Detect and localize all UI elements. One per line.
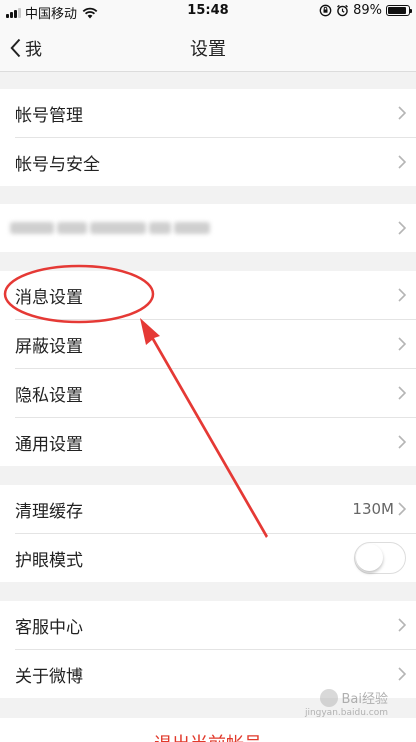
toggle-knob — [356, 544, 383, 571]
row-privacy-settings[interactable]: 隐私设置 — [0, 369, 416, 417]
row-label: 隐私设置 — [15, 385, 83, 406]
row-label: 通用设置 — [15, 434, 83, 455]
battery-percent: 89% — [353, 3, 382, 18]
logout-button[interactable]: 退出当前帐号 — [0, 718, 416, 742]
row-eye-protection: 护眼模式 — [0, 534, 416, 582]
row-account-security[interactable]: 帐号与安全 — [0, 138, 416, 186]
settings-group: 消息设置 屏蔽设置 隐私设置 通用设置 — [0, 271, 416, 466]
row-message-settings[interactable]: 消息设置 — [0, 271, 416, 319]
cache-size: 130M — [352, 500, 394, 518]
row-account-management[interactable]: 帐号管理 — [0, 89, 416, 137]
alarm-icon — [337, 4, 349, 17]
watermark-sub: jingyan.baidu.com — [304, 708, 388, 718]
row-general-settings[interactable]: 通用设置 — [0, 418, 416, 466]
eye-mode-toggle[interactable] — [354, 542, 406, 574]
row-label: 护眼模式 — [15, 550, 83, 571]
watermark-text: Bai经验 — [341, 692, 389, 707]
chevron-right-icon — [398, 288, 406, 302]
chevron-right-icon — [398, 386, 406, 400]
orientation-lock-icon — [319, 4, 332, 17]
row-blurred-item[interactable] — [0, 204, 416, 252]
row-label: 客服中心 — [15, 617, 83, 638]
chevron-right-icon — [398, 502, 406, 516]
chevron-right-icon — [398, 155, 406, 169]
blurred-group — [0, 204, 416, 252]
row-label: 消息设置 — [15, 287, 83, 308]
battery-level — [388, 7, 406, 14]
status-right: 89% — [319, 3, 412, 18]
watermark: Bai经验 jingyan.baidu.com — [305, 688, 389, 718]
row-label: 帐号管理 — [15, 105, 83, 126]
chevron-right-icon — [398, 337, 406, 351]
row-block-settings[interactable]: 屏蔽设置 — [0, 320, 416, 368]
row-label: 帐号与安全 — [15, 154, 100, 175]
chevron-right-icon — [398, 667, 406, 681]
status-bar: 中国移动 15:48 89% — [0, 0, 416, 22]
row-clear-cache[interactable]: 清理缓存 130M — [0, 485, 416, 533]
support-group: 客服中心 关于微博 — [0, 601, 416, 698]
blurred-content — [0, 222, 398, 234]
page-title: 设置 — [190, 39, 226, 60]
row-label: 清理缓存 — [15, 501, 83, 522]
nav-bar: 我 设置 — [0, 22, 416, 72]
chevron-right-icon — [398, 435, 406, 449]
chevron-right-icon — [398, 221, 406, 235]
row-label: 关于微博 — [15, 666, 83, 687]
paw-icon — [319, 688, 338, 707]
row-customer-service[interactable]: 客服中心 — [0, 601, 416, 649]
chevron-right-icon — [398, 106, 406, 120]
row-label: 屏蔽设置 — [15, 336, 83, 357]
account-group: 帐号管理 帐号与安全 — [0, 89, 416, 186]
cache-group: 清理缓存 130M 护眼模式 — [0, 485, 416, 582]
chevron-right-icon — [398, 618, 406, 632]
battery-icon — [386, 5, 412, 16]
